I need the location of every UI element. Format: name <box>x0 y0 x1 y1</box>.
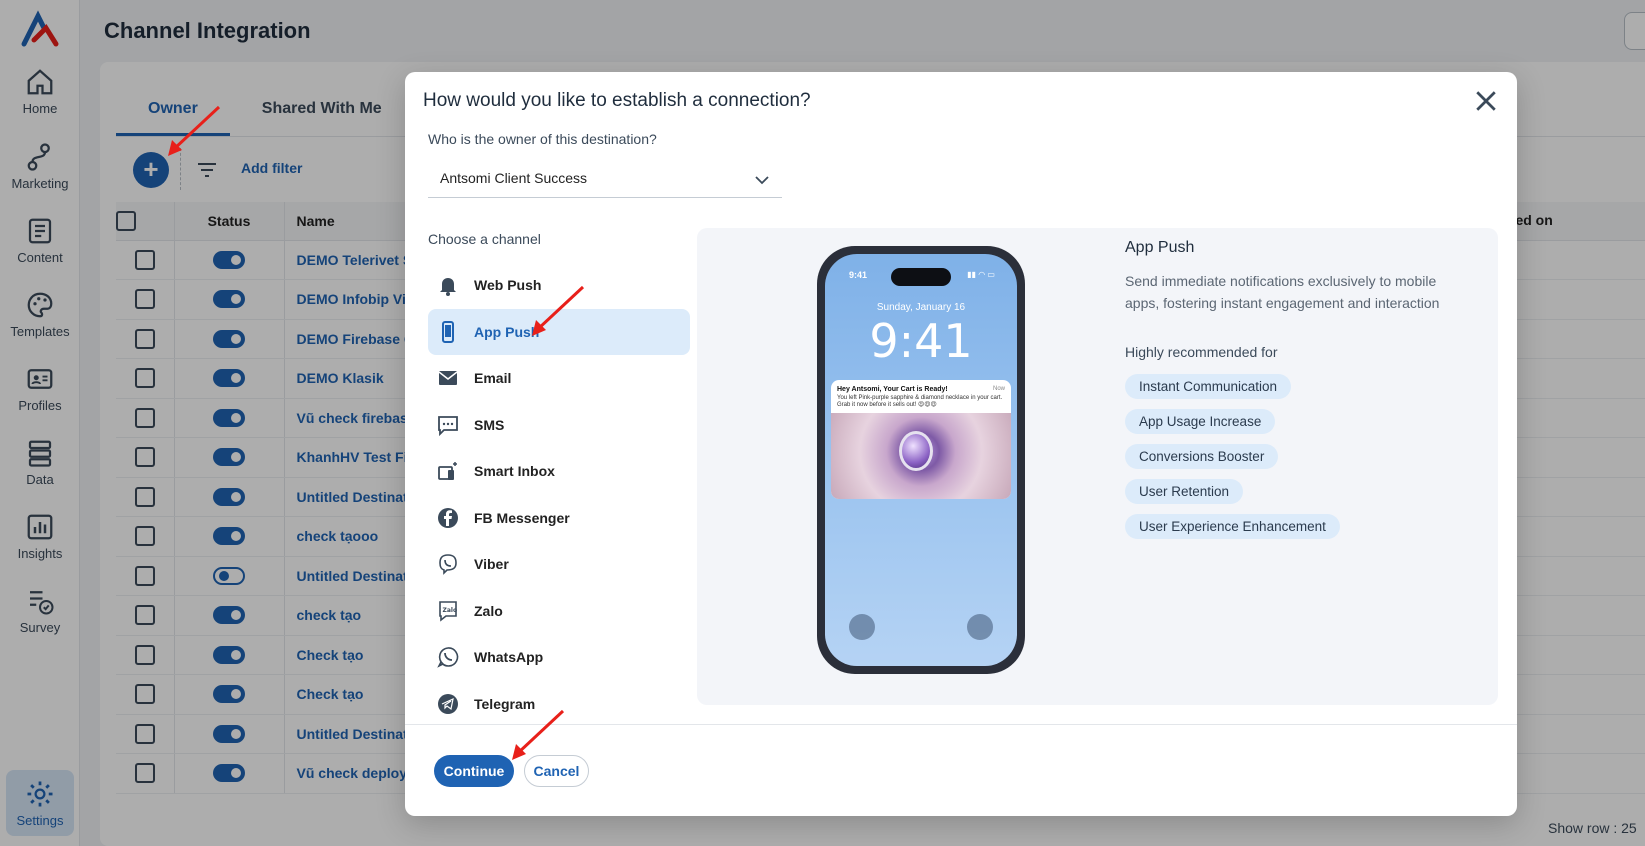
channel-label: FB Messenger <box>474 509 570 526</box>
notification-body: You left Pink-purple sapphire & diamond … <box>837 395 1003 409</box>
cancel-button[interactable]: Cancel <box>524 755 589 787</box>
notification-time: Now <box>992 386 1005 392</box>
push-notification-preview: Hey Antsomi, Your Cart is Ready! Now You… <box>831 380 1011 500</box>
recommend-chip: Conversions Booster <box>1125 444 1279 469</box>
continue-button[interactable]: Continue <box>434 755 514 787</box>
recommended-chips: Instant Communication App Usage Increase… <box>1125 374 1340 539</box>
recommend-chip: App Usage Increase <box>1125 409 1276 434</box>
close-icon[interactable] <box>1471 86 1501 116</box>
notification-title: Hey Antsomi, Your Cart is Ready! <box>837 386 948 393</box>
chevron-down-icon <box>755 176 769 185</box>
channel-label: WhatsApp <box>474 649 544 666</box>
channel-label: Email <box>474 370 512 387</box>
channel-telegram[interactable]: Telegram <box>428 681 690 728</box>
dynamic-island <box>891 268 951 286</box>
channel-fb-messenger[interactable]: FB Messenger <box>428 495 690 542</box>
recommended-label: Highly recommended for <box>1125 344 1278 360</box>
owner-label: Who is the owner of this destination? <box>428 131 657 147</box>
camera-icon <box>967 614 993 640</box>
sms-icon <box>438 415 458 436</box>
phone-screen: 9:41 ▮▮ ◠ ▭ Sunday, January 16 9:41 Hey … <box>825 254 1017 666</box>
signal-wifi-battery-icon: ▮▮ ◠ ▭ <box>967 270 995 279</box>
choose-channel-label: Choose a channel <box>428 231 541 247</box>
necklace-image <box>831 413 1011 500</box>
channel-label: Smart Inbox <box>474 463 555 480</box>
bell-icon <box>440 278 456 297</box>
svg-text:Zalo: Zalo <box>443 607 458 614</box>
connection-modal: How would you like to establish a connec… <box>405 72 1517 816</box>
channel-label: SMS <box>474 416 505 433</box>
channel-web-push[interactable]: Web Push <box>428 262 690 309</box>
channel-sms[interactable]: SMS <box>428 402 690 449</box>
channel-app-push[interactable]: App Push <box>428 308 690 355</box>
channel-email[interactable]: Email <box>428 355 690 402</box>
channel-zalo[interactable]: Zalo Zalo <box>428 588 690 635</box>
channel-label: Web Push <box>474 277 542 294</box>
channel-whatsapp[interactable]: WhatsApp <box>428 634 690 681</box>
phone-date: Sunday, January 16 <box>876 302 966 313</box>
channel-info-description: Send immediate notifications exclusively… <box>1125 273 1440 311</box>
channel-label: Telegram <box>474 695 536 712</box>
channel-label: Zalo <box>474 602 503 619</box>
modal-title: How would you like to establish a connec… <box>423 90 811 111</box>
smart-inbox-icon <box>438 462 457 481</box>
smartphone-icon <box>442 320 454 343</box>
channel-viber[interactable]: Viber <box>428 541 690 588</box>
whatsapp-icon <box>437 647 459 669</box>
owner-select-value: Antsomi Client Success <box>440 170 588 186</box>
recommend-chip: Instant Communication <box>1125 374 1292 399</box>
facebook-icon <box>438 507 458 528</box>
modal-footer-divider <box>405 724 1517 725</box>
flashlight-icon <box>849 614 875 640</box>
gem-shape <box>899 431 933 472</box>
channel-label: Viber <box>474 556 509 573</box>
phone-status-time: 9:41 <box>849 270 868 280</box>
telegram-icon <box>438 693 458 714</box>
channel-label: App Push <box>474 323 540 340</box>
viber-icon <box>439 554 457 576</box>
channel-list: Web Push App Push Email SMS Smart Inbox … <box>428 262 690 782</box>
channel-info-title: App Push <box>1125 239 1195 256</box>
recommend-chip: User Experience Enhancement <box>1125 514 1340 539</box>
notification-header: Hey Antsomi, Your Cart is Ready! Now <box>831 380 1011 395</box>
phone-mockup: 9:41 ▮▮ ◠ ▭ Sunday, January 16 9:41 Hey … <box>817 246 1025 674</box>
zalo-icon: Zalo <box>439 600 458 622</box>
recommend-chip: User Retention <box>1125 479 1244 504</box>
phone-clock: 9:41 <box>869 314 973 368</box>
channel-smart-inbox[interactable]: Smart Inbox <box>428 448 690 495</box>
owner-select[interactable]: Antsomi Client Success <box>428 160 782 198</box>
mail-icon <box>438 371 458 386</box>
